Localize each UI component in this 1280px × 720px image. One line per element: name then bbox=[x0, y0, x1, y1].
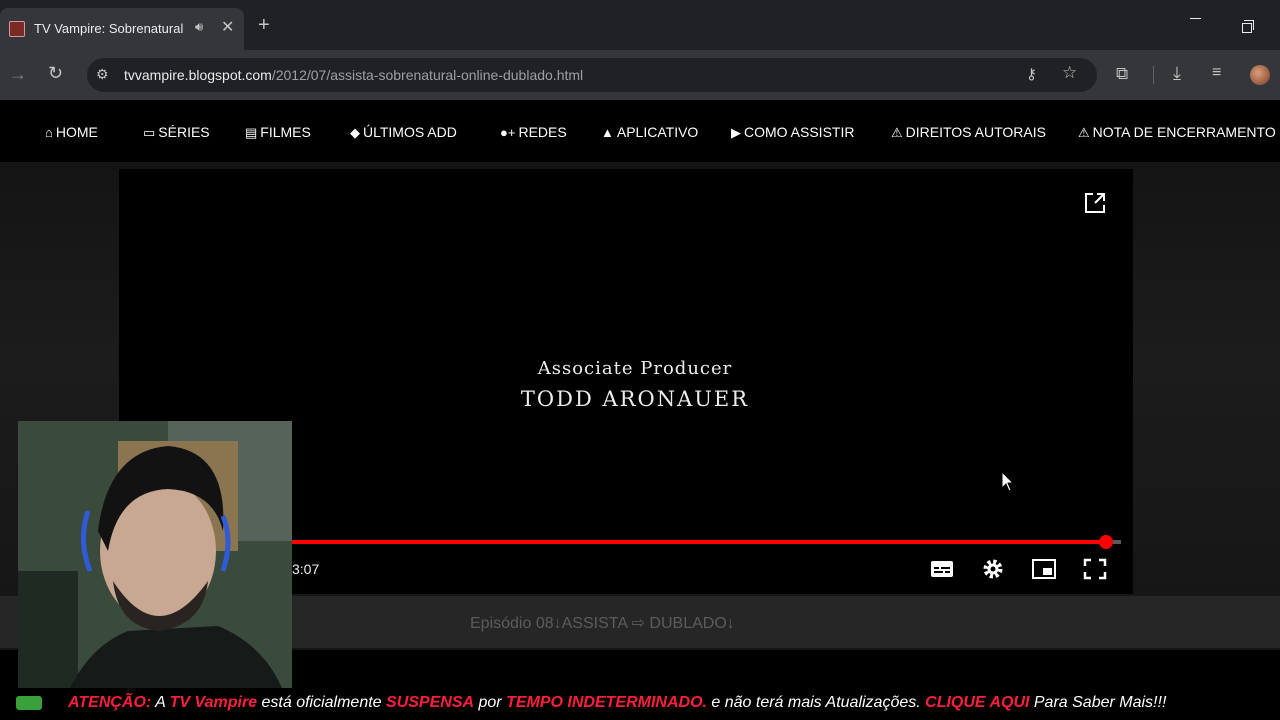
nav-label: APLICATIVO bbox=[616, 124, 699, 140]
mouse-cursor-icon bbox=[1001, 471, 1015, 492]
settings-gear-icon[interactable] bbox=[980, 557, 1006, 581]
announcement-segment: está oficialmente bbox=[257, 694, 387, 711]
bookmark-star-icon[interactable]: ☆ bbox=[1062, 63, 1077, 83]
fullscreen-icon[interactable] bbox=[1082, 557, 1108, 581]
youtube-icon: ▶ bbox=[731, 125, 741, 140]
user-plus-icon: ●+ bbox=[500, 125, 516, 140]
browser-tab[interactable]: TV Vampire: Sobrenatural 🔊︎ ✕ bbox=[0, 8, 244, 50]
announcement-attention: ATENÇÃO: bbox=[68, 694, 152, 711]
address-url[interactable]: tvvampire.blogspot.com/2012/07/assista-s… bbox=[124, 67, 583, 83]
subtitles-icon[interactable] bbox=[929, 557, 955, 581]
nav-redes[interactable]: ●+ REDES bbox=[500, 124, 567, 140]
nav-label: HOME bbox=[55, 124, 98, 140]
warning-icon: ⚠ bbox=[891, 125, 903, 140]
time-display: 3:07 bbox=[292, 561, 320, 577]
open-external-icon[interactable] bbox=[1084, 192, 1106, 214]
nav-series[interactable]: ▭ SÉRIES bbox=[143, 124, 210, 141]
nav-ultimos-add[interactable]: ◆ ÚLTIMOS ADD bbox=[350, 124, 457, 141]
announcement-site-name: TV Vampire bbox=[169, 694, 258, 711]
nav-label: FILMES bbox=[260, 124, 311, 140]
progress-bar[interactable] bbox=[292, 535, 1121, 549]
nav-label: NOTA DE ENCERRAMENTO bbox=[1092, 124, 1276, 140]
media-controls-icon[interactable]: ≡ bbox=[1212, 64, 1221, 82]
nav-home[interactable]: ⌂ HOME bbox=[45, 124, 98, 140]
credit-name: TODD ARONAUER bbox=[520, 387, 750, 411]
announcement-text: ATENÇÃO: A TV Vampire está oficialmente … bbox=[68, 694, 1166, 712]
toolbar-divider bbox=[1153, 66, 1154, 84]
forward-arrow-icon[interactable]: → bbox=[9, 64, 27, 85]
profile-avatar[interactable] bbox=[1250, 65, 1270, 85]
nav-filmes[interactable]: ▤ FILMES bbox=[245, 124, 311, 141]
nav-nota-de-encerramento[interactable]: ⚠ NOTA DE ENCERRAMENTO bbox=[1078, 124, 1276, 141]
tab-title: TV Vampire: Sobrenatural bbox=[34, 21, 184, 36]
nav-label: ÚLTIMOS ADD bbox=[363, 124, 457, 140]
site-favicon-icon bbox=[9, 21, 25, 37]
announcement-segment: por bbox=[474, 694, 507, 711]
progress-scrubber[interactable] bbox=[1099, 535, 1114, 549]
nav-label: REDES bbox=[518, 124, 567, 140]
film-icon: ▤ bbox=[245, 125, 258, 140]
browser-toolbar: → ↻ ⚙︎ tvvampire.blogspot.com/2012/07/as… bbox=[0, 50, 1280, 100]
tv-icon: ▭ bbox=[143, 125, 156, 140]
announcement-suspended: SUSPENSA bbox=[386, 694, 475, 711]
site-info-icon[interactable]: ⚙︎ bbox=[96, 66, 109, 83]
close-tab-icon[interactable]: ✕ bbox=[221, 17, 234, 37]
announcement-indefinite: TEMPO INDETERMINADO. bbox=[506, 694, 707, 711]
extensions-icon[interactable]: ⧉ bbox=[1116, 64, 1128, 84]
url-path: /2012/07/assista-sobrenatural-online-dub… bbox=[271, 67, 584, 83]
progress-played bbox=[292, 540, 1107, 544]
click-here-link[interactable]: CLIQUE AQUI bbox=[925, 694, 1029, 711]
nav-label: COMO ASSISTIR bbox=[744, 124, 855, 140]
announcement-segment: A bbox=[151, 694, 170, 711]
speaker-icon[interactable]: 🔊︎ bbox=[195, 19, 203, 35]
site-navigation: ⌂ HOME ▭ SÉRIES ▤ FILMES ◆ ÚLTIMOS ADD ●+ RED… bbox=[0, 100, 1280, 162]
nav-aplicativo[interactable]: ▲ APLICATIVO bbox=[601, 124, 698, 140]
credit-role: Associate Producer bbox=[537, 358, 733, 379]
new-tab-icon[interactable]: + bbox=[258, 15, 270, 35]
download-icon[interactable]: ⤓ bbox=[1173, 63, 1181, 84]
announcement-segment: Para Saber Mais!!! bbox=[1029, 694, 1167, 711]
android-icon: ▲ bbox=[601, 125, 614, 140]
tags-icon: ◆ bbox=[350, 125, 360, 140]
home-icon: ⌂ bbox=[45, 125, 53, 140]
nav-direitos-autorais[interactable]: ⚠ DIREITOS AUTORAIS bbox=[891, 124, 1046, 141]
url-host: tvvampire.blogspot.com bbox=[124, 67, 272, 83]
restore-window-icon[interactable] bbox=[1242, 20, 1254, 33]
miniplayer-icon[interactable] bbox=[1031, 557, 1057, 581]
reload-icon[interactable]: ↻ bbox=[48, 63, 63, 84]
nav-label: DIREITOS AUTORAIS bbox=[905, 124, 1046, 140]
nav-como-assistir[interactable]: ▶ COMO ASSISTIR bbox=[731, 124, 854, 141]
episode-link[interactable]: Episódio 08↓ASSISTA ⇨ DUBLADO↓ bbox=[470, 613, 735, 633]
password-key-icon[interactable]: ⚷ bbox=[1026, 65, 1037, 83]
warning-icon: ⚠ bbox=[1078, 125, 1090, 140]
webcam-overlay bbox=[18, 421, 292, 720]
minimize-window-icon[interactable] bbox=[1190, 18, 1201, 19]
announcement-segment: e não terá mais Atualizações. bbox=[706, 694, 926, 711]
megaphone-icon bbox=[16, 696, 42, 710]
nav-label: SÉRIES bbox=[158, 124, 210, 140]
